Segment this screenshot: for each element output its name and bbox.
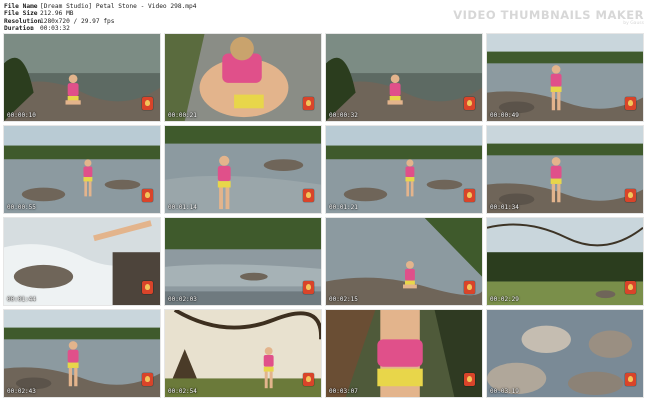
video-thumbnail[interactable]: 00:01:14 — [164, 125, 322, 214]
video-thumbnail[interactable]: 00:02:43 — [3, 309, 161, 398]
thumbnail-frame-image — [326, 218, 482, 305]
studio-logo-icon — [303, 97, 314, 110]
video-thumbnail[interactable]: 00:01:34 — [486, 125, 644, 214]
video-thumbnail[interactable]: 00:00:32 — [325, 33, 483, 122]
duration-key: Duration — [4, 24, 34, 32]
thumbnail-frame-image — [487, 34, 643, 121]
video-thumbnail[interactable]: 00:02:29 — [486, 217, 644, 306]
thumbnail-timestamp: 00:01:34 — [490, 204, 519, 211]
studio-logo-icon — [142, 189, 153, 202]
studio-logo-icon — [464, 281, 475, 294]
thumbnail-frame-image — [4, 310, 160, 397]
studio-logo-icon — [464, 189, 475, 202]
thumbnail-timestamp: 00:00:21 — [168, 112, 197, 119]
studio-logo-icon — [142, 373, 153, 386]
video-thumbnail[interactable]: 00:00:49 — [486, 33, 644, 122]
thumbnail-frame-image — [165, 126, 321, 213]
thumbnail-frame-image — [165, 310, 321, 397]
thumbnail-timestamp: 00:02:29 — [490, 296, 519, 303]
video-thumbnail[interactable]: 00:01:21 — [325, 125, 483, 214]
thumbnail-frame-image — [4, 34, 160, 121]
file-size-value: 212.96 MB — [40, 10, 74, 18]
studio-logo-icon — [142, 281, 153, 294]
thumbnail-frame-image — [165, 34, 321, 121]
file-name-value: [Dream Studio] Petal Stone - Video 298.m… — [40, 3, 197, 10]
video-thumbnail[interactable]: 00:02:03 — [164, 217, 322, 306]
thumbnail-timestamp: 00:03:07 — [329, 388, 358, 395]
studio-logo-icon — [303, 281, 314, 294]
studio-logo-icon — [303, 373, 314, 386]
resolution-key: Resolution — [4, 17, 42, 25]
file-size-key: File Size — [4, 10, 38, 18]
thumbnail-timestamp: 00:02:15 — [329, 296, 358, 303]
thumbnail-timestamp: 00:01:21 — [329, 204, 358, 211]
thumbnail-timestamp: 00:00:10 — [7, 112, 36, 119]
thumbnail-frame-image — [487, 218, 643, 305]
thumbnail-frame-image — [326, 310, 482, 397]
separator: : — [30, 10, 34, 18]
thumbnail-frame-image — [4, 126, 160, 213]
studio-logo-icon — [625, 189, 636, 202]
thumbnail-timestamp: 00:01:44 — [7, 296, 36, 303]
thumbnail-timestamp: 00:03:19 — [490, 388, 519, 395]
studio-logo-icon — [303, 189, 314, 202]
video-thumbnail[interactable]: 00:02:54 — [164, 309, 322, 398]
studio-logo-icon — [142, 97, 153, 110]
watermark: VIDEO THUMBNAILS MAKER — [453, 8, 644, 22]
video-thumbnail[interactable]: 00:03:07 — [325, 309, 483, 398]
video-thumbnail[interactable]: 00:02:15 — [325, 217, 483, 306]
thumbnail-timestamp: 00:02:43 — [7, 388, 36, 395]
thumbnail-timestamp: 00:01:14 — [168, 204, 197, 211]
thumbnail-frame-image — [326, 126, 482, 213]
studio-logo-icon — [464, 373, 475, 386]
duration-row: Duration : 00:03:32 — [4, 25, 644, 32]
separator: : — [30, 17, 34, 25]
video-thumbnail[interactable]: 00:03:19 — [486, 309, 644, 398]
studio-logo-icon — [625, 281, 636, 294]
thumbnail-frame-image — [4, 218, 160, 305]
thumbnail-frame-image — [487, 126, 643, 213]
thumbnail-timestamp: 00:00:49 — [490, 112, 519, 119]
watermark-subtitle: by Gauss — [623, 21, 644, 26]
video-thumbnail[interactable]: 00:01:44 — [3, 217, 161, 306]
duration-value: 00:03:32 — [40, 24, 70, 32]
separator: : — [30, 24, 34, 32]
thumbnail-frame-image — [326, 34, 482, 121]
thumbnail-timestamp: 00:00:32 — [329, 112, 358, 119]
thumbnail-timestamp: 00:00:55 — [7, 204, 36, 211]
studio-logo-icon — [464, 97, 475, 110]
video-thumbnail[interactable]: 00:00:10 — [3, 33, 161, 122]
studio-logo-icon — [625, 373, 636, 386]
resolution-value: 1280x720 / 29.97 fps — [40, 17, 115, 25]
thumbnail-timestamp: 00:02:54 — [168, 388, 197, 395]
video-thumbnail[interactable]: 00:00:55 — [3, 125, 161, 214]
thumbnail-frame-image — [165, 218, 321, 305]
video-thumbnail[interactable]: 00:00:21 — [164, 33, 322, 122]
studio-logo-icon — [625, 97, 636, 110]
thumbnail-grid: 00:00:10 00:00:21 00:00:32 00:00:49 00:0… — [3, 33, 647, 399]
thumbnail-timestamp: 00:02:03 — [168, 296, 197, 303]
thumbnail-frame-image — [487, 310, 643, 397]
